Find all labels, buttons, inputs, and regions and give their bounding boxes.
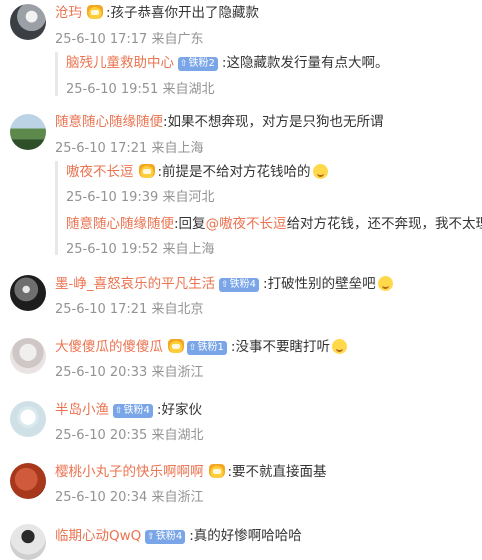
up-arrow-icon: ⇧ xyxy=(221,280,229,290)
location: 来自上海 xyxy=(162,242,215,257)
mention-link[interactable]: @嗷夜不长逗 xyxy=(206,216,287,232)
comment-text: :好家伙 xyxy=(156,402,202,418)
reply-divider xyxy=(55,161,58,255)
crown-badge-icon xyxy=(208,464,225,478)
timestamp: 25-6-10 17:17 xyxy=(55,32,148,47)
avatar[interactable] xyxy=(10,275,46,311)
fan-badge: ⇧铁粉4 xyxy=(219,278,260,292)
emoji-icon xyxy=(331,339,347,354)
fan-badge: ⇧铁粉1 xyxy=(187,341,227,355)
location: 来自广东 xyxy=(151,32,204,47)
reply-line: 嗷夜不长逗 :前提是不给对方花钱哈的 xyxy=(66,163,328,181)
timestamp: 25-6-10 19:51 xyxy=(66,82,159,97)
avatar[interactable] xyxy=(10,463,46,499)
username-link[interactable]: 半岛小渔 xyxy=(55,402,109,418)
reply-text: :前提是不给对方花钱哈的 xyxy=(157,164,311,180)
comment-line: 临期心动QwQ ⇧铁粉4:真的好惨啊哈哈哈 xyxy=(55,527,302,545)
comment-text: :孩子恭喜你开出了隐藏款 xyxy=(106,5,260,21)
username-link[interactable]: 墨-峥_喜怒哀乐的平凡生活 xyxy=(55,276,215,292)
comment-text: :如果不想奔现，对方是只狗也无所谓 xyxy=(163,114,384,130)
username-link[interactable]: 随意随心随缘随便 xyxy=(66,216,174,232)
comment-line: 樱桃小丸子的快乐啊啊啊 :要不就直接面基 xyxy=(55,463,327,481)
comment-meta: 25-6-10 17:21 来自上海 xyxy=(55,137,204,156)
fan-badge: ⇧铁粉4 xyxy=(113,404,153,418)
reply-text: :这隐藏款发行量有点大啊。 xyxy=(221,55,389,71)
reply-meta: 25-6-10 19:51 来自湖北 xyxy=(66,78,215,97)
emoji-icon xyxy=(312,164,328,179)
location: 来自河北 xyxy=(162,190,215,205)
timestamp: 25-6-10 19:39 xyxy=(66,190,159,205)
timestamp: 25-6-10 17:21 xyxy=(55,141,148,156)
up-arrow-icon: ⇧ xyxy=(180,59,188,69)
comment-line: 大傻傻瓜的傻傻瓜 ⇧铁粉1:没事不要瞎打听 xyxy=(55,338,347,356)
comment-meta: 25-6-10 20:33 来自浙江 xyxy=(55,361,204,380)
username-link[interactable]: 樱桃小丸子的快乐啊啊啊 xyxy=(55,464,204,480)
reply-meta: 25-6-10 19:52 来自上海 xyxy=(66,238,215,257)
avatar[interactable] xyxy=(10,4,46,40)
avatar[interactable] xyxy=(10,114,46,150)
comment-meta: 25-6-10 20:34 来自浙江 xyxy=(55,486,204,505)
location: 来自湖北 xyxy=(162,82,215,97)
avatar[interactable] xyxy=(10,338,46,374)
fan-badge: ⇧铁粉2 xyxy=(178,57,218,71)
timestamp: 25-6-10 20:33 xyxy=(55,365,148,380)
location: 来自上海 xyxy=(151,141,204,156)
location: 来自浙江 xyxy=(151,365,204,380)
reply-line: 脑残儿童救助中心 ⇧铁粉2:这隐藏款发行量有点大啊。 xyxy=(66,54,388,72)
username-link[interactable]: 大傻傻瓜的傻傻瓜 xyxy=(55,339,163,355)
crown-badge-icon xyxy=(138,164,155,178)
comment-line: 沧玙 :孩子恭喜你开出了隐藏款 xyxy=(55,4,259,22)
comment-text: :要不就直接面基 xyxy=(227,464,327,480)
crown-badge-icon xyxy=(168,339,184,353)
avatar[interactable] xyxy=(10,524,46,560)
reply-line: 随意随心随缘随便:回复@嗷夜不长逗给对方花钱，还不奔现，我不太理解 xyxy=(66,215,482,233)
crown-badge-icon xyxy=(87,5,103,19)
emoji-icon xyxy=(377,276,393,291)
reply-meta: 25-6-10 19:39 来自河北 xyxy=(66,186,215,205)
username-link[interactable]: 沧玙 xyxy=(55,5,82,21)
location: 来自湖北 xyxy=(151,428,204,443)
location: 来自浙江 xyxy=(151,490,204,505)
reply-divider xyxy=(55,52,58,96)
comment-text: :打破性别的壁垒吧 xyxy=(263,276,376,292)
avatar[interactable] xyxy=(10,401,46,437)
reply-prefix: :回复 xyxy=(174,216,206,232)
fan-badge: ⇧铁粉4 xyxy=(145,530,186,544)
timestamp: 25-6-10 20:34 xyxy=(55,490,148,505)
timestamp: 25-6-10 20:35 xyxy=(55,428,148,443)
up-arrow-icon: ⇧ xyxy=(189,343,197,353)
username-link[interactable]: 临期心动QwQ xyxy=(55,528,141,544)
comment-text: :真的好惨啊哈哈哈 xyxy=(189,528,302,544)
comment-line: 半岛小渔 ⇧铁粉4:好家伙 xyxy=(55,401,202,419)
username-link[interactable]: 嗷夜不长逗 xyxy=(66,164,134,180)
comment-meta: 25-6-10 17:21 来自北京 xyxy=(55,298,204,317)
up-arrow-icon: ⇧ xyxy=(115,406,123,416)
timestamp: 25-6-10 19:52 xyxy=(66,242,159,257)
location: 来自北京 xyxy=(151,302,204,317)
timestamp: 25-6-10 17:21 xyxy=(55,302,148,317)
username-link[interactable]: 脑残儿童救助中心 xyxy=(66,55,174,71)
comment-text: :没事不要瞎打听 xyxy=(230,339,330,355)
comment-meta: 25-6-10 17:17 来自广东 xyxy=(55,28,204,47)
up-arrow-icon: ⇧ xyxy=(147,532,155,542)
reply-text: 给对方花钱，还不奔现，我不太理解 xyxy=(286,216,482,232)
comment-line: 墨-峥_喜怒哀乐的平凡生活 ⇧铁粉4:打破性别的壁垒吧 xyxy=(55,275,393,293)
comment-line: 随意随心随缘随便:如果不想奔现，对方是只狗也无所谓 xyxy=(55,113,384,131)
comment-meta: 25-6-10 20:35 来自湖北 xyxy=(55,424,204,443)
username-link[interactable]: 随意随心随缘随便 xyxy=(55,114,163,130)
